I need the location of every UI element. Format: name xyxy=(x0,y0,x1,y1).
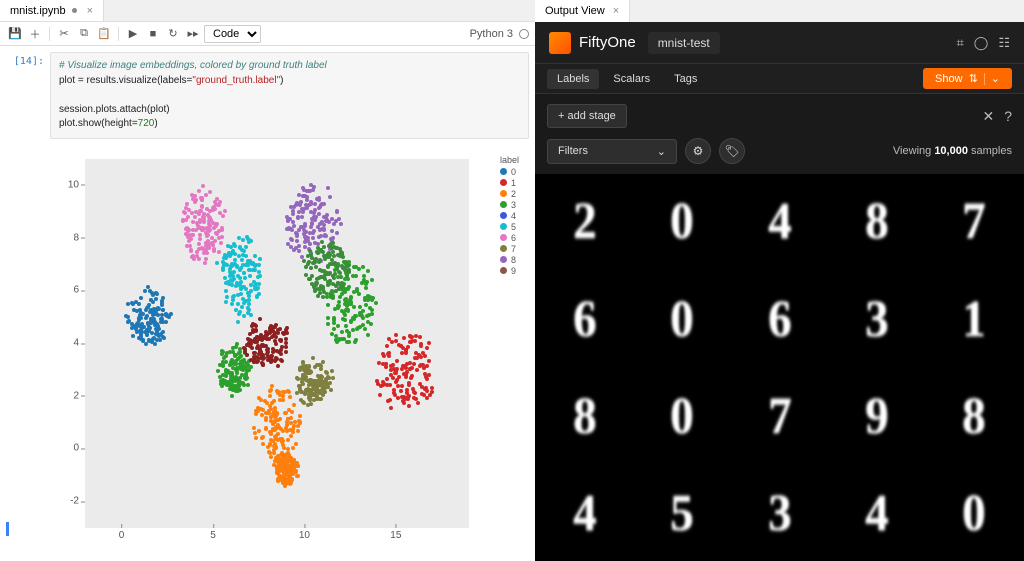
sample-thumbnail[interactable]: 4 xyxy=(537,466,632,561)
sample-thumbnail[interactable]: 3 xyxy=(829,271,924,366)
run-all-icon[interactable]: ▸▸ xyxy=(184,25,202,43)
tag-icon[interactable]: 🏷 xyxy=(719,138,745,164)
digit-glyph: 4 xyxy=(573,484,596,543)
sample-thumbnail[interactable]: 9 xyxy=(829,369,924,464)
close-icon[interactable]: × xyxy=(613,5,619,17)
digit-glyph: 0 xyxy=(670,192,693,251)
sample-thumbnail[interactable]: 1 xyxy=(927,271,1022,366)
sample-thumbnail[interactable]: 4 xyxy=(732,174,827,269)
cell-selection-bar xyxy=(6,522,9,536)
digit-glyph: 5 xyxy=(670,484,693,543)
close-icon[interactable]: ✕ xyxy=(982,108,994,125)
run-icon[interactable]: ▶ xyxy=(124,25,142,43)
copy-icon[interactable]: ⧉ xyxy=(75,25,93,43)
output-tabbar: Output View × xyxy=(535,0,1024,22)
sample-thumbnail[interactable]: 3 xyxy=(732,466,827,561)
sample-thumbnail[interactable]: 0 xyxy=(634,271,729,366)
add-cell-icon[interactable]: ＋ xyxy=(26,25,44,43)
fiftyone-nav: Labels Scalars Tags Show ⇅ ⌄ xyxy=(535,64,1024,94)
digit-glyph: 3 xyxy=(768,484,791,543)
digit-glyph: 2 xyxy=(573,192,596,251)
chevron-down-icon: ⌄ xyxy=(991,72,1000,85)
output-tab-title: Output View xyxy=(545,5,605,17)
digit-glyph: 4 xyxy=(865,484,888,543)
sort-icon: ⇅ xyxy=(969,72,978,85)
digit-glyph: 0 xyxy=(963,484,986,543)
docs-icon[interactable]: ☷ xyxy=(998,35,1010,51)
sample-grid[interactable]: 2 0 4 8 7 6 0 6 3 1 8 0 7 9 8 4 5 3 4 0 xyxy=(535,174,1024,561)
filters-dropdown[interactable]: Filters ⌄ xyxy=(547,139,677,164)
digit-glyph: 1 xyxy=(963,290,986,349)
kernel-status-icon xyxy=(519,29,529,39)
digit-glyph: 9 xyxy=(865,387,888,446)
digit-glyph: 4 xyxy=(768,192,791,251)
output-tab[interactable]: Output View × xyxy=(535,0,630,22)
code-editor[interactable]: # Visualize image embeddings, colored by… xyxy=(50,52,529,139)
sample-thumbnail[interactable]: 0 xyxy=(927,466,1022,561)
sample-thumbnail[interactable]: 8 xyxy=(537,369,632,464)
sample-thumbnail[interactable]: 7 xyxy=(732,369,827,464)
celltype-select[interactable]: Code xyxy=(204,25,261,43)
digit-glyph: 7 xyxy=(963,192,986,251)
digit-glyph: 0 xyxy=(670,290,693,349)
sample-thumbnail[interactable]: 8 xyxy=(829,174,924,269)
chart-legend: label 0123456789 xyxy=(500,155,519,277)
kernel-name[interactable]: Python 3 xyxy=(470,28,513,40)
digit-glyph: 8 xyxy=(963,387,986,446)
fiftyone-logo: FiftyOne xyxy=(549,32,636,54)
sample-thumbnail[interactable]: 4 xyxy=(829,466,924,561)
digit-glyph: 6 xyxy=(768,290,791,349)
cell-prompt: [14]: xyxy=(6,52,50,139)
sample-thumbnail[interactable]: 0 xyxy=(634,369,729,464)
settings-icon[interactable]: ⚙ xyxy=(685,138,711,164)
sample-thumbnail[interactable]: 6 xyxy=(732,271,827,366)
scatter-plot[interactable]: -20246810 051015 label 0123456789 xyxy=(51,151,519,556)
sample-thumbnail[interactable]: 7 xyxy=(927,174,1022,269)
tab-labels[interactable]: Labels xyxy=(547,69,599,89)
logo-mark-icon xyxy=(549,32,571,54)
notebook-tabbar: mnist.ipynb × xyxy=(0,0,535,22)
digit-glyph: 7 xyxy=(768,387,791,446)
digit-glyph: 8 xyxy=(573,387,596,446)
show-button[interactable]: Show ⇅ ⌄ xyxy=(923,68,1012,89)
sample-thumbnail[interactable]: 2 xyxy=(537,174,632,269)
help-icon[interactable]: ? xyxy=(1004,108,1012,124)
cut-icon[interactable]: ✂ xyxy=(55,25,73,43)
stop-icon[interactable]: ■ xyxy=(144,25,162,43)
digit-glyph: 8 xyxy=(865,192,888,251)
paste-icon[interactable]: 📋 xyxy=(95,25,113,43)
chevron-down-icon: ⌄ xyxy=(657,145,666,158)
unsaved-dot-icon xyxy=(72,8,77,13)
jupyter-toolbar: 💾 ＋ ✂ ⧉ 📋 ▶ ■ ↻ ▸▸ Code Python 3 xyxy=(0,22,535,46)
sample-thumbnail[interactable]: 0 xyxy=(634,174,729,269)
notebook-tab-title: mnist.ipynb xyxy=(10,5,66,17)
tab-tags[interactable]: Tags xyxy=(664,69,707,89)
slack-icon[interactable]: ⌗ xyxy=(956,35,963,51)
sample-thumbnail[interactable]: 5 xyxy=(634,466,729,561)
dataset-name[interactable]: mnist-test xyxy=(648,32,720,54)
digit-glyph: 0 xyxy=(670,387,693,446)
restart-icon[interactable]: ↻ xyxy=(164,25,182,43)
add-stage-button[interactable]: + add stage xyxy=(547,104,627,128)
output-cell: -20246810 051015 label 0123456789 xyxy=(0,143,535,560)
save-icon[interactable]: 💾 xyxy=(6,25,24,43)
x-axis: 051015 xyxy=(85,530,469,556)
digit-glyph: 3 xyxy=(865,290,888,349)
notebook-area[interactable]: [14]: # Visualize image embeddings, colo… xyxy=(0,46,535,561)
stage-bar: + add stage ✕ ? xyxy=(535,94,1024,138)
digit-glyph: 6 xyxy=(573,290,596,349)
notebook-tab[interactable]: mnist.ipynb × xyxy=(0,0,104,21)
github-icon[interactable]: ◯ xyxy=(974,35,989,51)
fiftyone-header: FiftyOne mnist-test ⌗ ◯ ☷ xyxy=(535,22,1024,64)
code-cell[interactable]: [14]: # Visualize image embeddings, colo… xyxy=(0,52,535,143)
filter-bar: Filters ⌄ ⚙ 🏷 Viewing 10,000 samples xyxy=(535,138,1024,174)
y-axis: -20246810 xyxy=(51,159,83,528)
tab-scalars[interactable]: Scalars xyxy=(603,69,660,89)
sample-thumbnail[interactable]: 6 xyxy=(537,271,632,366)
viewing-count: Viewing 10,000 samples xyxy=(893,145,1012,157)
sample-thumbnail[interactable]: 8 xyxy=(927,369,1022,464)
close-icon[interactable]: × xyxy=(87,5,93,17)
